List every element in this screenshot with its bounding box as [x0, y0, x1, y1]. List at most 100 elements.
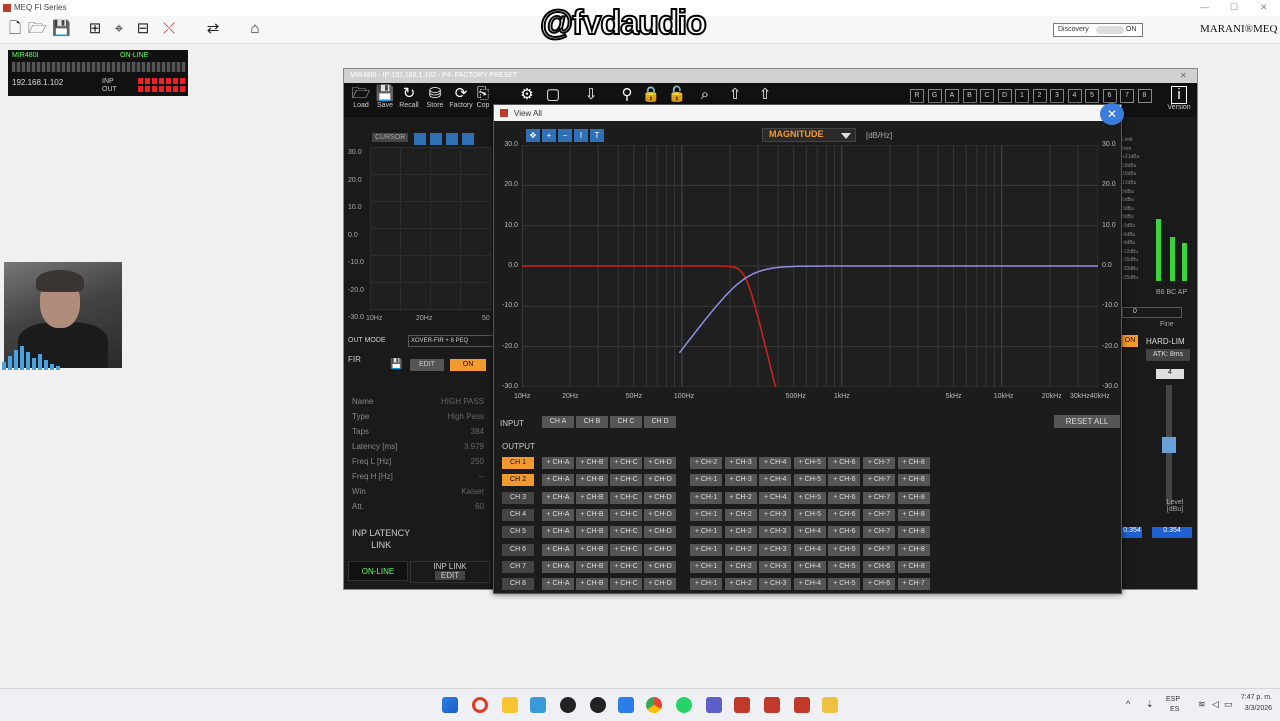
- output-link-button[interactable]: + CH-1: [690, 543, 722, 556]
- input-link-button[interactable]: + CH-D: [644, 457, 676, 469]
- input-link-button[interactable]: + CH-D: [644, 578, 676, 591]
- fir-edit-button[interactable]: EDIT: [410, 359, 444, 371]
- scan-icon[interactable]: ⌖: [110, 20, 128, 38]
- output-link-button[interactable]: + CH-4: [793, 526, 826, 539]
- output-link-button[interactable]: + CH-8: [897, 543, 930, 556]
- input-link-button[interactable]: + CH-A: [542, 560, 574, 573]
- input-link-button[interactable]: + CH-C: [610, 526, 642, 539]
- limiter-on-button[interactable]: ON: [1122, 335, 1138, 347]
- discovery-toggle[interactable]: Discovery ON: [1053, 23, 1143, 37]
- output-link-button[interactable]: + CH-6: [828, 526, 861, 539]
- output-link-button[interactable]: + CH-4: [759, 474, 792, 487]
- input-link-button[interactable]: + CH-B: [576, 543, 608, 556]
- output-link-button[interactable]: + CH-7: [863, 543, 895, 556]
- lock-open-icon[interactable]: 🔓: [664, 86, 690, 104]
- copy-button[interactable]: ⎘ Cop: [474, 86, 492, 109]
- output-link-button[interactable]: + CH-7: [863, 508, 895, 521]
- output-link-button[interactable]: + CH-7: [863, 474, 895, 487]
- online-button[interactable]: ON-LINE: [348, 561, 408, 581]
- atk-select[interactable]: ATK: 8ms: [1146, 349, 1190, 361]
- output-link-button[interactable]: + CH-3: [759, 543, 792, 556]
- input-link-button[interactable]: + CH-B: [576, 474, 608, 487]
- output-link-button[interactable]: + CH-3: [759, 578, 792, 591]
- output-link-button[interactable]: + CH-5: [793, 474, 826, 487]
- preset-button[interactable]: D: [997, 89, 1012, 103]
- teams-icon[interactable]: [706, 697, 722, 713]
- input-link-button[interactable]: + CH-B: [576, 491, 608, 504]
- preset-button[interactable]: 4: [1067, 89, 1082, 103]
- start-icon[interactable]: [442, 697, 458, 713]
- load-button[interactable]: 🗁 Load: [348, 86, 374, 110]
- output-link-button[interactable]: + CH-8: [897, 457, 930, 469]
- disconnect-icon[interactable]: ⤬: [160, 20, 178, 38]
- mini-zoom-tools[interactable]: [414, 133, 474, 145]
- input-link-button[interactable]: + CH-B: [576, 560, 608, 573]
- input-link-button[interactable]: + CH-B: [576, 578, 608, 591]
- meq-icon-2[interactable]: [794, 697, 810, 713]
- fir-on-button[interactable]: ON: [450, 359, 486, 371]
- file-explorer-icon[interactable]: [502, 697, 518, 713]
- magnitude-select[interactable]: MAGNITUDE: [762, 128, 856, 142]
- input-link-button[interactable]: + CH-B: [576, 457, 608, 469]
- output-channel-button[interactable]: CH 1: [502, 457, 534, 469]
- pan-icon[interactable]: ✥: [526, 129, 540, 142]
- factory-button[interactable]: ⟳ Factory: [448, 86, 474, 110]
- new-file-icon[interactable]: 🗋: [6, 20, 24, 38]
- input-link-button[interactable]: + CH-D: [644, 526, 676, 539]
- output-link-button[interactable]: + CH-5: [828, 578, 861, 591]
- upload-all-icon[interactable]: ⇧: [752, 86, 778, 104]
- cursor-button[interactable]: CURSOR: [372, 133, 409, 142]
- output-link-button[interactable]: + CH-6: [828, 508, 861, 521]
- output-link-button[interactable]: + CH-1: [690, 491, 722, 504]
- zoom-out-icon[interactable]: −: [558, 129, 572, 142]
- preset-button[interactable]: 5: [1085, 89, 1099, 103]
- input-link-button[interactable]: + CH-C: [610, 474, 642, 487]
- input-link-button[interactable]: + CH-D: [644, 560, 676, 573]
- output-link-button[interactable]: + CH-1: [690, 526, 722, 539]
- output-link-button[interactable]: + CH-6: [828, 491, 861, 504]
- output-link-button[interactable]: + CH-4: [759, 491, 792, 504]
- store-button[interactable]: ⛁ Store: [422, 86, 448, 110]
- output-link-button[interactable]: + CH-3: [724, 474, 757, 487]
- zoom-in-icon[interactable]: +: [542, 129, 556, 142]
- opera-icon[interactable]: [472, 697, 488, 713]
- output-channel-button[interactable]: CH 8: [502, 578, 534, 591]
- output-link-button[interactable]: + CH-4: [793, 578, 826, 591]
- output-link-button[interactable]: + CH-5: [828, 560, 861, 573]
- save-icon[interactable]: 💾: [52, 20, 71, 38]
- output-channel-button[interactable]: CH 5: [502, 526, 534, 539]
- language-label[interactable]: ESP: [1166, 696, 1180, 703]
- media-icon[interactable]: [560, 697, 576, 713]
- network-icon[interactable]: ⌂: [246, 20, 264, 38]
- input-link-button[interactable]: + CH-A: [542, 543, 574, 556]
- output-link-button[interactable]: + CH-5: [793, 457, 826, 469]
- output-link-button[interactable]: + CH-6: [863, 560, 895, 573]
- output-link-button[interactable]: + CH-1: [690, 578, 722, 591]
- reset-all-button[interactable]: RESET ALL: [1054, 415, 1120, 428]
- output-link-button[interactable]: + CH-8: [897, 508, 930, 521]
- preset-button[interactable]: B: [962, 89, 977, 103]
- output-link-button[interactable]: + CH-5: [828, 543, 861, 556]
- preset-button[interactable]: 7: [1120, 89, 1134, 103]
- value-a[interactable]: 0.354: [1122, 527, 1142, 538]
- upload-icon[interactable]: ⇧: [722, 86, 748, 104]
- lock-icon[interactable]: 🔒: [638, 86, 664, 104]
- version-button[interactable]: i Version: [1166, 86, 1192, 111]
- output-link-button[interactable]: + CH-8: [897, 526, 930, 539]
- input-link-button[interactable]: + CH-B: [576, 508, 608, 521]
- output-link-button[interactable]: + CH-7: [863, 491, 895, 504]
- view-all-close-button[interactable]: ✕: [1100, 103, 1124, 125]
- value-b[interactable]: 0.354: [1152, 527, 1192, 538]
- magnitude-plot[interactable]: [522, 145, 1098, 387]
- device-panel[interactable]: MIR480I ON-LINE 192.168.1.102 INP OUT: [8, 50, 188, 96]
- input-link-button[interactable]: + CH-B: [576, 526, 608, 539]
- output-link-button[interactable]: + CH-4: [793, 543, 826, 556]
- calculator-icon[interactable]: [618, 697, 634, 713]
- input-link-button[interactable]: + CH-C: [610, 560, 642, 573]
- output-link-button[interactable]: + CH-2: [724, 578, 757, 591]
- preset-button[interactable]: 2: [1032, 89, 1047, 103]
- preset-button[interactable]: R: [910, 89, 924, 103]
- volume-icon[interactable]: ◁: [1212, 699, 1219, 710]
- output-link-button[interactable]: + CH-1: [690, 508, 722, 521]
- minimize-icon[interactable]: —: [1200, 2, 1209, 12]
